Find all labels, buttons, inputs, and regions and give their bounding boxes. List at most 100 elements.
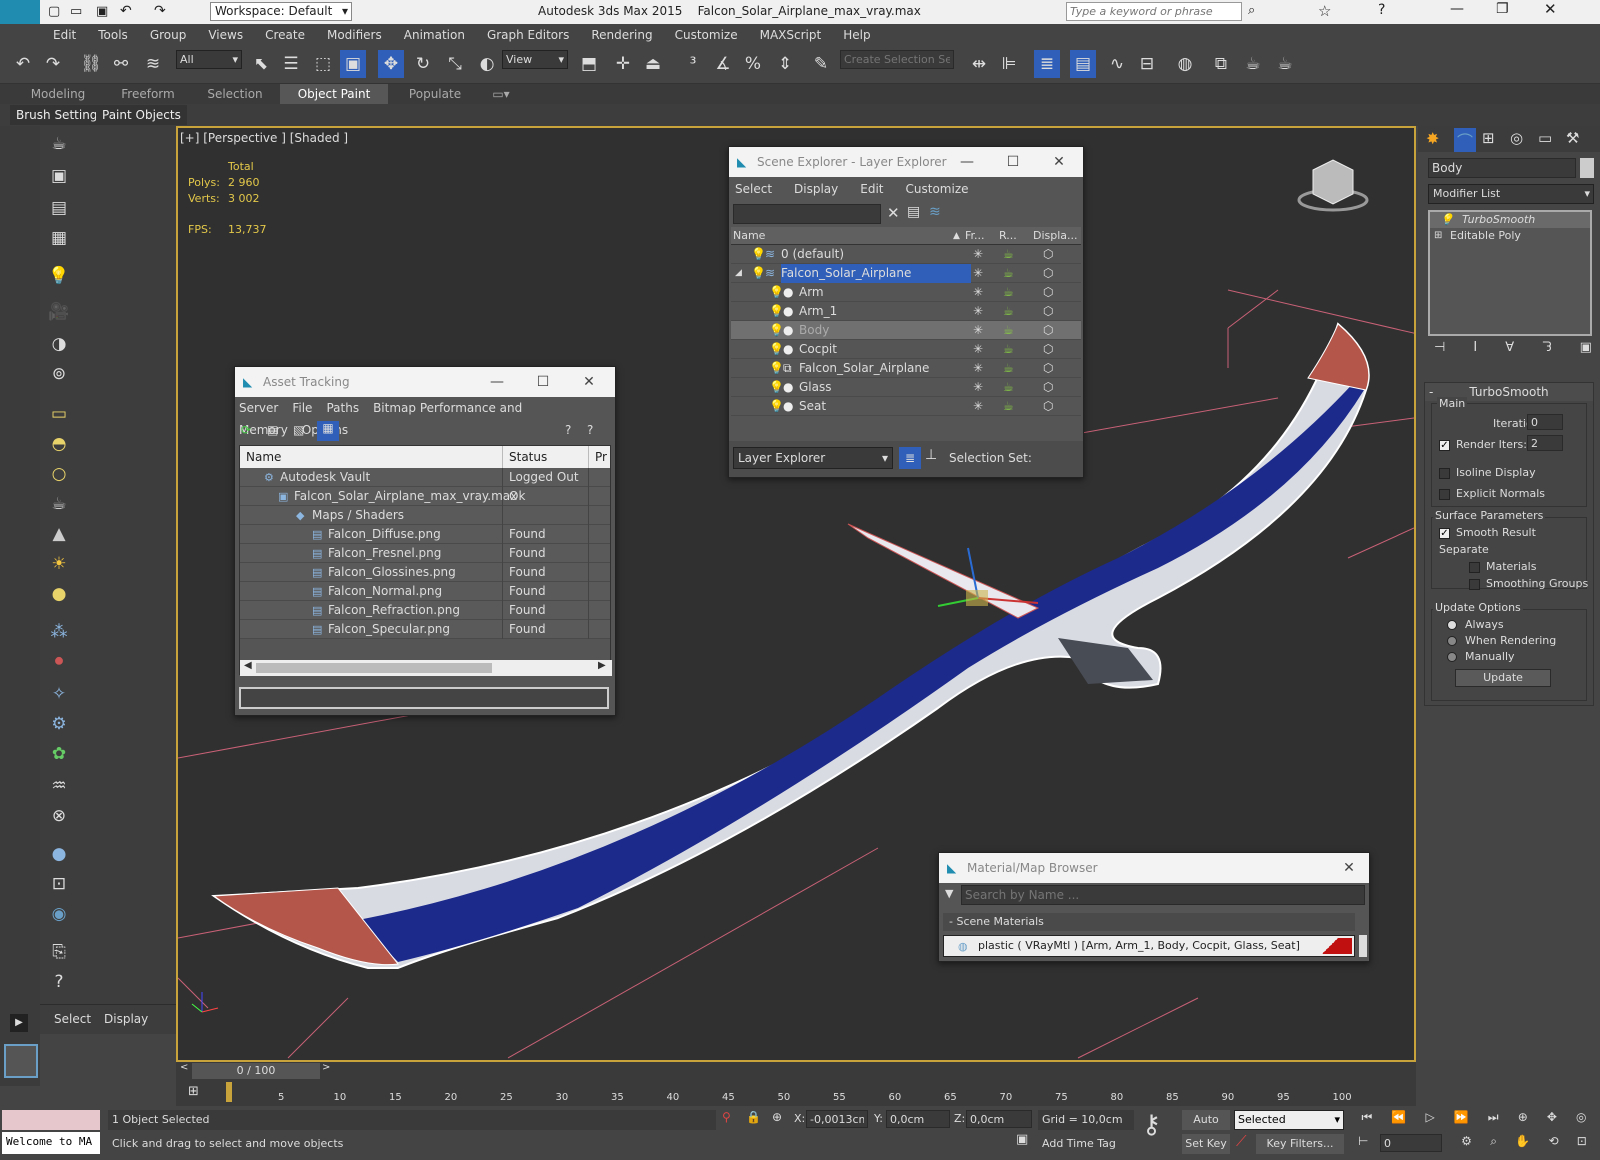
scene-row[interactable]: 💡 ● Cocpit ✳ ☕ ⬡	[731, 340, 1081, 359]
brush-settings-panel[interactable]: Brush Settings	[10, 105, 110, 125]
field-of-view-icon[interactable]: ◎	[1576, 1110, 1586, 1130]
render-teapot-icon[interactable]: ☕	[1003, 264, 1014, 283]
scene-explorer-icon[interactable]: ▤	[1070, 50, 1096, 78]
disc-icon[interactable]: ●	[47, 582, 71, 606]
undo-icon[interactable]: ↶	[10, 50, 36, 78]
zoom-extents-icon[interactable]: ⊕	[1518, 1110, 1528, 1130]
menu-help[interactable]: Help	[832, 24, 881, 46]
material-item[interactable]: ◍ plastic ( VRayMtl ) [Arm, Arm_1, Body,…	[943, 935, 1355, 957]
display-tab[interactable]: Display	[104, 1012, 148, 1026]
redo-icon[interactable]: ↷	[154, 3, 166, 19]
undo-icon[interactable]: ↶	[120, 3, 132, 19]
gear-icon[interactable]: ⚙	[47, 712, 71, 736]
hierarchy-icon[interactable]: ⊥	[925, 447, 937, 463]
question-icon[interactable]: ?	[47, 970, 71, 994]
scene-menu-edit[interactable]: Edit	[860, 182, 883, 196]
go-to-end-icon[interactable]: ⏭	[1488, 1110, 1499, 1130]
freeze-icon[interactable]: ✳	[973, 302, 983, 321]
layer-explorer-icon[interactable]: ≣	[1034, 50, 1060, 78]
mirror-icon[interactable]: ⇹	[966, 50, 992, 78]
hair-icon[interactable]: ♒	[47, 774, 71, 798]
space-warp-icon[interactable]: ✧	[47, 682, 71, 706]
scene-menu-select[interactable]: Select	[735, 182, 772, 196]
menu-graph-editors[interactable]: Graph Editors	[476, 24, 580, 46]
pivot-icon[interactable]: ⬒	[576, 50, 602, 78]
move-icon[interactable]: ✥	[378, 50, 404, 78]
tab-object-paint[interactable]: Object Paint	[280, 84, 388, 104]
scroll-thumb[interactable]	[256, 663, 492, 673]
freeze-icon[interactable]: ✳	[973, 245, 983, 264]
help-icon[interactable]: ?	[1378, 2, 1385, 18]
column-name[interactable]: Name	[733, 227, 765, 245]
snap-3d-icon[interactable]: ³	[680, 50, 706, 78]
camera-icon[interactable]: 🎥	[47, 300, 71, 324]
tab-modeling[interactable]: Modeling	[10, 84, 106, 104]
light-bulb-icon[interactable]: 💡	[1440, 212, 1454, 228]
remove-modifier-icon[interactable]: ᘊ	[1542, 340, 1551, 355]
x-coordinate-field[interactable]	[806, 1110, 868, 1128]
freeze-icon[interactable]: ✳	[973, 264, 983, 283]
light-bulb-icon[interactable]: 💡	[47, 264, 71, 288]
render-setup-icon[interactable]: ⧉	[1208, 50, 1234, 78]
viewport-thumbnail[interactable]	[4, 1044, 38, 1078]
render-teapot-icon[interactable]: ☕	[1003, 321, 1014, 340]
rotate-icon[interactable]: ↻	[410, 50, 436, 78]
document-icon[interactable]: ⎘	[47, 940, 71, 964]
menu-maxscript[interactable]: MAXScript	[749, 24, 833, 46]
plus-icon[interactable]: ⊞	[1434, 228, 1442, 244]
horizontal-scrollbar[interactable]: ◀ ▶	[240, 660, 612, 676]
column-proxy[interactable]: Pr	[588, 446, 607, 468]
close-button[interactable]: ✕	[567, 367, 611, 397]
freeze-icon[interactable]: ✳	[973, 378, 983, 397]
close-button[interactable]: ✕	[1327, 853, 1371, 883]
asset-menu-file[interactable]: File	[292, 401, 312, 415]
scroll-right-icon[interactable]: ▶	[598, 660, 606, 671]
binoculars-icon[interactable]: ⌕	[1248, 3, 1255, 18]
lock-icon[interactable]: 🔒	[746, 1110, 761, 1124]
key-mode-dropdown[interactable]: Selected ▾	[1234, 1110, 1344, 1130]
freeze-icon[interactable]: ✳	[973, 283, 983, 302]
light-bulb-icon[interactable]: 💡	[769, 397, 784, 416]
object-color-swatch[interactable]	[1580, 158, 1594, 178]
explicit-normals-checkbox[interactable]	[1439, 488, 1450, 500]
menu-group[interactable]: Group	[139, 24, 198, 46]
light-bulb-icon[interactable]: 💡	[769, 302, 784, 321]
schematic-view-icon[interactable]: ⊟	[1134, 50, 1160, 78]
z-coordinate-field[interactable]	[966, 1110, 1032, 1128]
next-frame-icon[interactable]: >	[322, 1062, 330, 1073]
column-render[interactable]: R...	[999, 227, 1017, 245]
scene-row[interactable]: 💡 ● Body ✳ ☕ ⬡	[731, 321, 1081, 340]
add-time-tag-button[interactable]: Add Time Tag	[1038, 1134, 1134, 1154]
column-display[interactable]: Displa...	[1033, 227, 1078, 245]
y-coordinate-field[interactable]	[886, 1110, 950, 1128]
track-bar[interactable]: ⊞ 5 10 15 20 25 30 35 40 45 50 55 60 65 70 75 80 85 90 95 1…	[176, 1080, 1416, 1106]
render-teapot-icon[interactable]: ☕	[1003, 245, 1014, 264]
maximize-button[interactable]: ☐	[521, 367, 565, 397]
isolate-icon[interactable]: ⚲	[722, 1110, 731, 1124]
scroll-left-icon[interactable]: ◀	[244, 660, 252, 671]
menu-customize[interactable]: Customize	[664, 24, 749, 46]
maximize-viewport-icon[interactable]: ⊡	[1577, 1134, 1587, 1154]
prev-key-icon[interactable]: ⏪	[1391, 1110, 1406, 1130]
sphere-icon[interactable]: ○	[47, 462, 71, 486]
scene-row[interactable]: 💡 ⧉ Falcon_Solar_Airplane ✳ ☕ ⬡	[731, 359, 1081, 378]
display-icon[interactable]: ⬡	[1043, 359, 1053, 378]
tab-selection[interactable]: Selection	[190, 84, 280, 104]
light-bulb-icon[interactable]: 💡	[769, 378, 784, 397]
hierarchy-tab-icon[interactable]: ⊞	[1482, 129, 1495, 147]
asset-row[interactable]: ▤ Falcon_Diffuse.png Found	[240, 525, 610, 544]
scale-icon[interactable]: ⤡	[442, 50, 468, 78]
redo-icon[interactable]: ↷	[40, 50, 66, 78]
isoline-checkbox[interactable]	[1439, 467, 1450, 479]
scene-explorer-titlebar[interactable]: ◣ Scene Explorer - Layer Explorer — ☐ ✕	[729, 147, 1083, 177]
bone-icon[interactable]: ⚫	[47, 650, 71, 674]
table-view-icon[interactable]: ▦	[317, 421, 339, 441]
scene-materials-group[interactable]: - Scene Materials	[943, 913, 1355, 931]
render-iters-checkbox[interactable]: ✓	[1439, 439, 1450, 451]
play-icon[interactable]: ▷	[1425, 1110, 1434, 1130]
display-icon[interactable]: ⬡	[1043, 340, 1053, 359]
tab-populate[interactable]: Populate	[388, 84, 482, 104]
close-icon[interactable]: ✕	[887, 204, 900, 222]
show-end-result-icon[interactable]: I	[1473, 340, 1477, 355]
orbit-icon[interactable]: ✋	[1515, 1134, 1530, 1154]
